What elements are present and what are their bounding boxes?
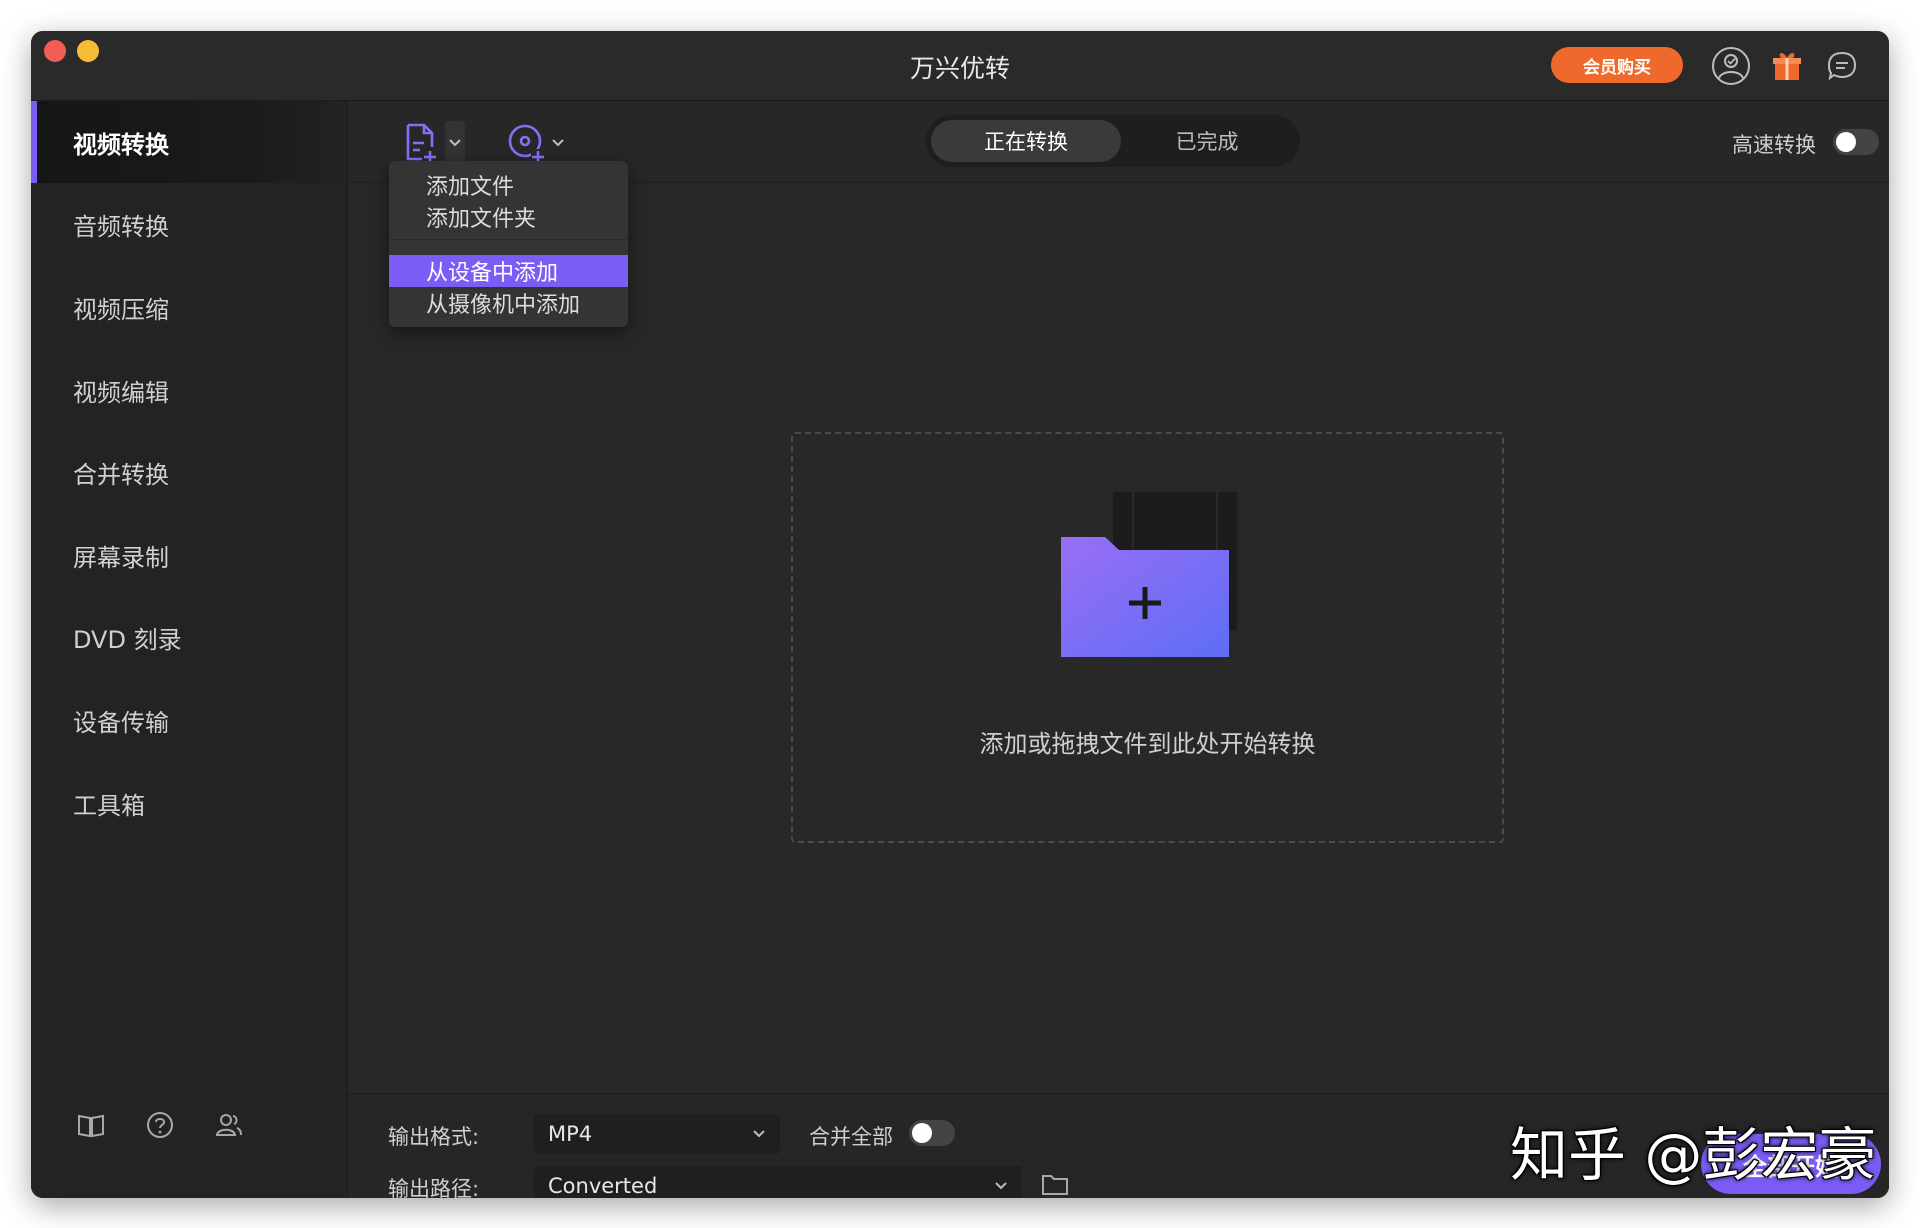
book-icon[interactable] [74,1108,108,1142]
watermark: 知乎 @彭宏豪 [1510,1121,1877,1189]
sidebar: 视频转换 音频转换 视频压缩 视频编辑 合并转换 屏幕录制 DVD 刻录 设备传… [31,101,348,1198]
vip-purchase-button[interactable]: 会员购买 [1551,47,1683,83]
sidebar-item-toolbox[interactable]: 工具箱 [31,762,347,844]
high-speed-label: 高速转换 [1732,133,1816,157]
sidebar-item-dvd-burn[interactable]: DVD 刻录 [31,596,347,678]
account-icon[interactable] [1710,45,1752,87]
feedback-icon[interactable] [1821,45,1863,87]
sidebar-item-label: 视频转换 [73,130,169,159]
help-icon[interactable] [143,1108,177,1142]
title-bar: 万兴优转 会员购买 [31,31,1889,101]
sidebar-item-label: DVD 刻录 [73,625,182,654]
sidebar-item-label: 屏幕录制 [73,543,169,572]
sidebar-item-video-convert[interactable]: 视频转换 [31,101,347,183]
sidebar-item-label: 音频转换 [73,212,169,241]
sidebar-item-label: 设备传输 [73,708,169,737]
output-format-label: 输出格式: [388,1125,480,1149]
users-icon[interactable] [212,1108,246,1142]
sidebar-item-label: 视频编辑 [73,378,169,407]
output-path-label: 输出路径: [388,1177,480,1198]
menu-separator [389,239,628,240]
menu-item-add-file[interactable]: 添加文件 [389,169,628,201]
chevron-down-icon[interactable] [548,131,568,153]
sidebar-item-video-edit[interactable]: 视频编辑 [31,349,347,431]
add-folder-icon [1061,492,1237,657]
sidebar-item-merge-convert[interactable]: 合并转换 [31,431,347,513]
menu-item-add-from-device[interactable]: 从设备中添加 [389,255,628,287]
menu-item-add-folder[interactable]: 添加文件夹 [389,201,628,233]
sidebar-item-label: 视频压缩 [73,295,169,324]
chevron-down-icon [449,139,461,147]
tab-converting[interactable]: 正在转换 [931,120,1121,162]
open-folder-icon[interactable] [1040,1172,1070,1198]
high-speed-toggle[interactable] [1833,129,1879,155]
sidebar-item-device-transfer[interactable]: 设备传输 [31,679,347,761]
gift-icon[interactable] [1766,45,1808,87]
toggle-knob [1836,132,1856,152]
add-file-menu: 添加文件 添加文件夹 从设备中添加 从摄像机中添加 [389,161,628,327]
merge-all-label: 合并全部 [809,1125,893,1149]
merge-all-toggle[interactable] [909,1120,955,1146]
output-path-value: Converted [548,1174,658,1198]
sidebar-item-video-compress[interactable]: 视频压缩 [31,266,347,348]
sidebar-item-screen-record[interactable]: 屏幕录制 [31,514,347,596]
tab-completed[interactable]: 已完成 [1121,120,1293,162]
drop-zone-hint: 添加或拖拽文件到此处开始转换 [979,730,1316,758]
output-path-select[interactable]: Converted [534,1166,1022,1198]
add-file-icon[interactable] [400,121,442,165]
menu-item-add-from-camcorder[interactable]: 从摄像机中添加 [389,287,628,319]
app-window: 万兴优转 会员购买 视频转换 音频转换 视频压缩 视频编辑 合并转换 屏幕录制 … [31,31,1889,1198]
toggle-knob [912,1123,932,1143]
sidebar-item-label: 工具箱 [73,791,145,820]
conversion-status-tabs: 正在转换 已完成 [926,115,1300,167]
chevron-down-icon [995,1182,1007,1190]
chevron-down-icon [753,1130,765,1138]
sidebar-item-label: 合并转换 [73,460,169,489]
output-format-select[interactable]: MP4 [534,1114,780,1154]
sidebar-item-audio-convert[interactable]: 音频转换 [31,183,347,265]
output-format-value: MP4 [548,1122,593,1146]
drop-zone[interactable]: 添加或拖拽文件到此处开始转换 [791,432,1504,843]
add-dvd-icon[interactable] [506,121,548,165]
